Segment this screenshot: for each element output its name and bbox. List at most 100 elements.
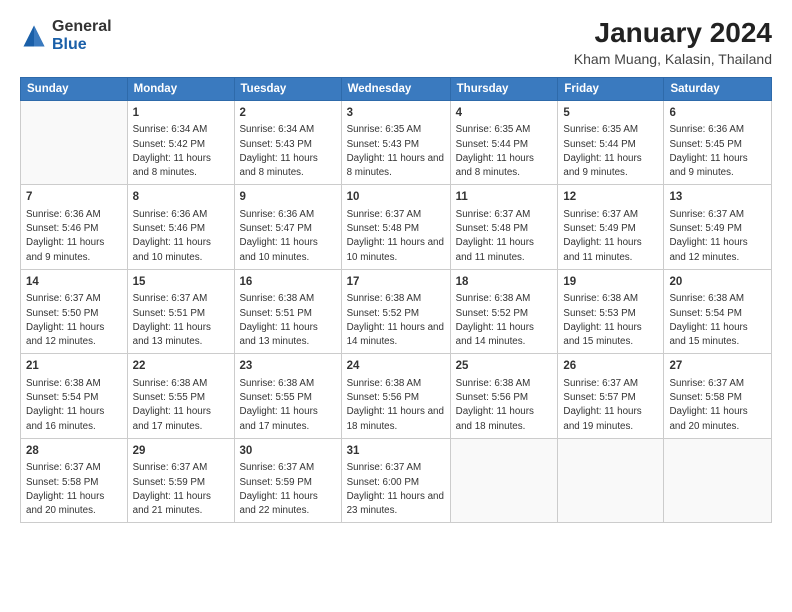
day-info: Sunrise: 6:37 AMSunset: 5:59 PMDaylight:… bbox=[240, 461, 336, 518]
main-title: January 2024 bbox=[574, 18, 772, 49]
calendar-week-row: 14Sunrise: 6:37 AMSunset: 5:50 PMDayligh… bbox=[21, 269, 772, 353]
day-info: Sunrise: 6:37 AMSunset: 5:57 PMDaylight:… bbox=[563, 377, 658, 434]
calendar-day-cell: 6Sunrise: 6:36 AMSunset: 5:45 PMDaylight… bbox=[664, 100, 772, 184]
calendar-day-cell: 19Sunrise: 6:38 AMSunset: 5:53 PMDayligh… bbox=[558, 269, 664, 353]
day-number: 17 bbox=[347, 274, 445, 291]
day-number: 16 bbox=[240, 274, 336, 291]
header: General Blue January 2024 Kham Muang, Ka… bbox=[20, 18, 772, 67]
calendar-day-cell: 17Sunrise: 6:38 AMSunset: 5:52 PMDayligh… bbox=[341, 269, 450, 353]
day-number: 28 bbox=[26, 443, 122, 460]
day-info: Sunrise: 6:36 AMSunset: 5:46 PMDaylight:… bbox=[26, 208, 122, 265]
calendar-day-cell: 11 Sunrise: 6:37 AMSunset: 5:48 PMDayligh… bbox=[450, 185, 558, 269]
calendar-day-cell: 21Sunrise: 6:38 AMSunset: 5:54 PMDayligh… bbox=[21, 354, 128, 438]
day-info: Sunrise: 6:38 AMSunset: 5:56 PMDaylight:… bbox=[347, 377, 445, 434]
calendar-day-cell: 2Sunrise: 6:34 AMSunset: 5:43 PMDaylight… bbox=[234, 100, 341, 184]
calendar-header-row: SundayMondayTuesdayWednesdayThursdayFrid… bbox=[21, 77, 772, 100]
calendar-week-row: 7 Sunrise: 6:36 AMSunset: 5:46 PMDaylight… bbox=[21, 185, 772, 269]
calendar-day-cell: 12 Sunrise: 6:37 AMSunset: 5:49 PMDayligh… bbox=[558, 185, 664, 269]
day-number: 24 bbox=[347, 358, 445, 375]
calendar-day-cell bbox=[21, 100, 128, 184]
calendar-day-cell: 8Sunrise: 6:36 AMSunset: 5:46 PMDaylight… bbox=[127, 185, 234, 269]
calendar-day-cell bbox=[450, 438, 558, 522]
day-info: Sunrise: 6:38 AMSunset: 5:54 PMDaylight:… bbox=[669, 292, 766, 349]
calendar-header-saturday: Saturday bbox=[664, 77, 772, 100]
calendar-day-cell: 10 Sunrise: 6:37 AMSunset: 5:48 PMDayligh… bbox=[341, 185, 450, 269]
day-info: Sunrise: 6:37 AMSunset: 5:59 PMDaylight:… bbox=[133, 461, 229, 518]
day-info: Sunrise: 6:38 AMSunset: 5:51 PMDaylight:… bbox=[240, 292, 336, 349]
logo-text: General Blue bbox=[52, 18, 112, 53]
calendar-day-cell bbox=[664, 438, 772, 522]
calendar-day-cell: 13 Sunrise: 6:37 AMSunset: 5:49 PMDayligh… bbox=[664, 185, 772, 269]
calendar-day-cell: 1Sunrise: 6:34 AMSunset: 5:42 PMDaylight… bbox=[127, 100, 234, 184]
calendar-day-cell: 22 Sunrise: 6:38 AMSunset: 5:55 PMDayligh… bbox=[127, 354, 234, 438]
calendar-week-row: 21Sunrise: 6:38 AMSunset: 5:54 PMDayligh… bbox=[21, 354, 772, 438]
calendar-header-friday: Friday bbox=[558, 77, 664, 100]
calendar-header-wednesday: Wednesday bbox=[341, 77, 450, 100]
logo-general-text: General bbox=[52, 18, 112, 35]
day-info: Sunrise: 6:37 AMSunset: 5:58 PMDaylight:… bbox=[26, 461, 122, 518]
day-number: 19 bbox=[563, 274, 658, 291]
day-info: Sunrise: 6:37 AMSunset: 5:49 PMDaylight:… bbox=[669, 208, 766, 265]
day-info: Sunrise: 6:38 AMSunset: 5:53 PMDaylight:… bbox=[563, 292, 658, 349]
day-number: 2 bbox=[240, 105, 336, 122]
calendar-day-cell: 18Sunrise: 6:38 AMSunset: 5:52 PMDayligh… bbox=[450, 269, 558, 353]
day-info: Sunrise: 6:35 AMSunset: 5:43 PMDaylight:… bbox=[347, 123, 445, 180]
calendar: SundayMondayTuesdayWednesdayThursdayFrid… bbox=[20, 77, 772, 523]
day-info: Sunrise: 6:38 AMSunset: 5:52 PMDaylight:… bbox=[456, 292, 553, 349]
day-number: 3 bbox=[347, 105, 445, 122]
calendar-header-monday: Monday bbox=[127, 77, 234, 100]
day-number: 12 bbox=[563, 189, 658, 206]
calendar-day-cell: 23Sunrise: 6:38 AMSunset: 5:55 PMDayligh… bbox=[234, 354, 341, 438]
logo-icon bbox=[20, 22, 48, 50]
calendar-day-cell: 30Sunrise: 6:37 AMSunset: 5:59 PMDayligh… bbox=[234, 438, 341, 522]
day-info: Sunrise: 6:37 AMSunset: 5:49 PMDaylight:… bbox=[563, 208, 658, 265]
day-info: Sunrise: 6:36 AMSunset: 5:45 PMDaylight:… bbox=[669, 123, 766, 180]
day-number: 7 bbox=[26, 189, 122, 206]
calendar-day-cell: 24 Sunrise: 6:38 AMSunset: 5:56 PMDayligh… bbox=[341, 354, 450, 438]
day-number: 25 bbox=[456, 358, 553, 375]
day-info: Sunrise: 6:37 AMSunset: 5:58 PMDaylight:… bbox=[669, 377, 766, 434]
calendar-day-cell: 28Sunrise: 6:37 AMSunset: 5:58 PMDayligh… bbox=[21, 438, 128, 522]
day-number: 23 bbox=[240, 358, 336, 375]
day-number: 27 bbox=[669, 358, 766, 375]
calendar-day-cell bbox=[558, 438, 664, 522]
day-info: Sunrise: 6:35 AMSunset: 5:44 PMDaylight:… bbox=[456, 123, 553, 180]
day-number: 20 bbox=[669, 274, 766, 291]
calendar-day-cell: 15Sunrise: 6:37 AMSunset: 5:51 PMDayligh… bbox=[127, 269, 234, 353]
day-info: Sunrise: 6:37 AMSunset: 5:48 PMDaylight:… bbox=[456, 208, 553, 265]
calendar-week-row: 1Sunrise: 6:34 AMSunset: 5:42 PMDaylight… bbox=[21, 100, 772, 184]
day-number: 1 bbox=[133, 105, 229, 122]
day-number: 11 bbox=[456, 189, 553, 206]
day-number: 4 bbox=[456, 105, 553, 122]
day-number: 18 bbox=[456, 274, 553, 291]
day-info: Sunrise: 6:37 AMSunset: 5:51 PMDaylight:… bbox=[133, 292, 229, 349]
day-number: 5 bbox=[563, 105, 658, 122]
day-number: 10 bbox=[347, 189, 445, 206]
day-info: Sunrise: 6:37 AMSunset: 5:48 PMDaylight:… bbox=[347, 208, 445, 265]
day-number: 31 bbox=[347, 443, 445, 460]
logo-blue-text: Blue bbox=[52, 36, 87, 53]
calendar-week-row: 28Sunrise: 6:37 AMSunset: 5:58 PMDayligh… bbox=[21, 438, 772, 522]
day-info: Sunrise: 6:38 AMSunset: 5:55 PMDaylight:… bbox=[133, 377, 229, 434]
calendar-day-cell: 5Sunrise: 6:35 AMSunset: 5:44 PMDaylight… bbox=[558, 100, 664, 184]
calendar-day-cell: 16Sunrise: 6:38 AMSunset: 5:51 PMDayligh… bbox=[234, 269, 341, 353]
day-info: Sunrise: 6:34 AMSunset: 5:42 PMDaylight:… bbox=[133, 123, 229, 180]
calendar-header-sunday: Sunday bbox=[21, 77, 128, 100]
calendar-day-cell: 9Sunrise: 6:36 AMSunset: 5:47 PMDaylight… bbox=[234, 185, 341, 269]
day-number: 6 bbox=[669, 105, 766, 122]
day-info: Sunrise: 6:35 AMSunset: 5:44 PMDaylight:… bbox=[563, 123, 658, 180]
calendar-day-cell: 4Sunrise: 6:35 AMSunset: 5:44 PMDaylight… bbox=[450, 100, 558, 184]
page: General Blue January 2024 Kham Muang, Ka… bbox=[0, 0, 792, 612]
day-number: 26 bbox=[563, 358, 658, 375]
day-number: 29 bbox=[133, 443, 229, 460]
calendar-day-cell: 25Sunrise: 6:38 AMSunset: 5:56 PMDayligh… bbox=[450, 354, 558, 438]
day-number: 15 bbox=[133, 274, 229, 291]
day-info: Sunrise: 6:38 AMSunset: 5:54 PMDaylight:… bbox=[26, 377, 122, 434]
calendar-day-cell: 27 Sunrise: 6:37 AMSunset: 5:58 PMDayligh… bbox=[664, 354, 772, 438]
calendar-day-cell: 31Sunrise: 6:37 AMSunset: 6:00 PMDayligh… bbox=[341, 438, 450, 522]
day-info: Sunrise: 6:36 AMSunset: 5:47 PMDaylight:… bbox=[240, 208, 336, 265]
day-info: Sunrise: 6:34 AMSunset: 5:43 PMDaylight:… bbox=[240, 123, 336, 180]
day-number: 22 bbox=[133, 358, 229, 375]
day-number: 13 bbox=[669, 189, 766, 206]
calendar-header-tuesday: Tuesday bbox=[234, 77, 341, 100]
